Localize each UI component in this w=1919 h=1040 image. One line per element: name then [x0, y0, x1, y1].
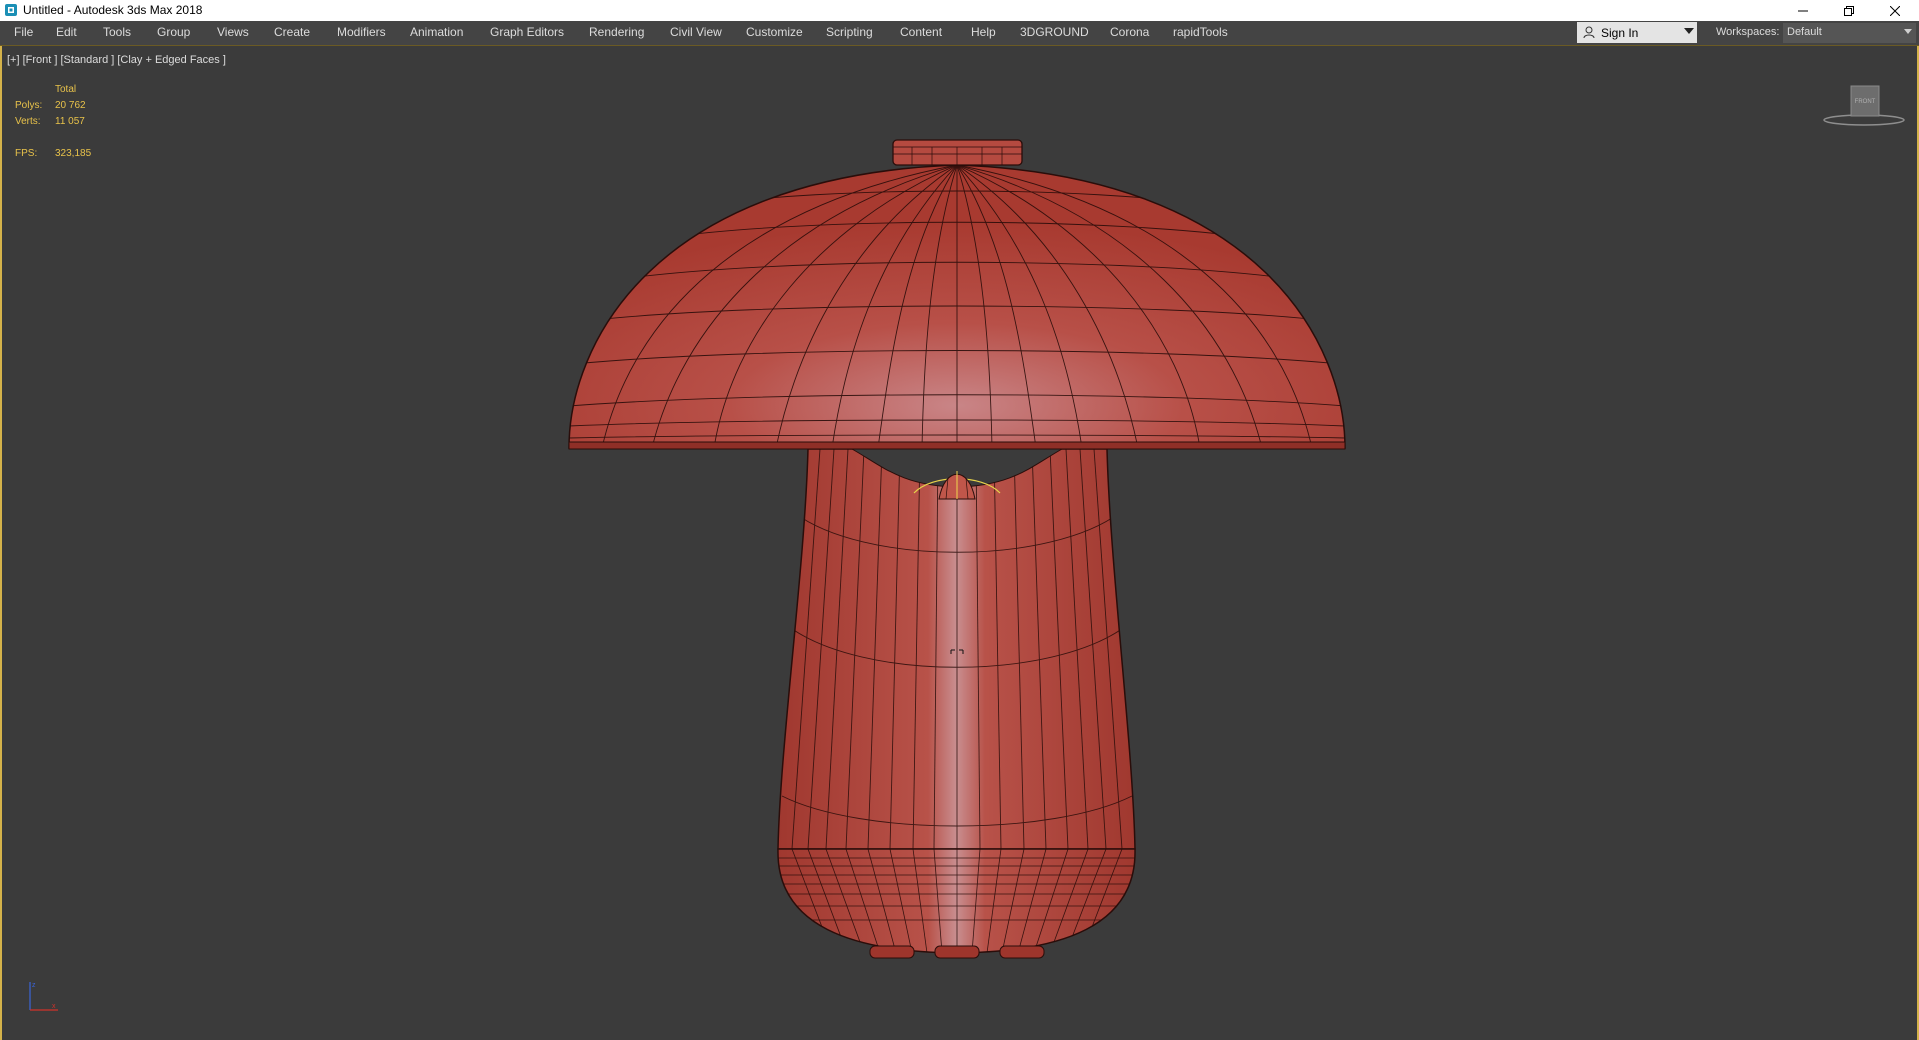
workspaces-value: Default [1787, 26, 1822, 38]
menu-content[interactable]: Content [900, 25, 942, 39]
menu-corona[interactable]: Corona [1110, 25, 1149, 39]
user-icon [1583, 26, 1595, 39]
menu-civil-view[interactable]: Civil View [670, 25, 722, 39]
menu-modifiers[interactable]: Modifiers [337, 25, 386, 39]
front-viewport[interactable]: [+] [Front ] [Standard ] [Clay + Edged F… [0, 46, 1919, 1040]
menu-file[interactable]: File [14, 25, 33, 39]
menu-3dground[interactable]: 3DGROUND [1020, 25, 1089, 39]
menu-group[interactable]: Group [157, 25, 190, 39]
chevron-down-icon [1904, 29, 1912, 34]
axis-tripod-icon: z x [29, 982, 58, 1011]
lamp-foot[interactable] [934, 945, 980, 959]
menu-rendering[interactable]: Rendering [589, 25, 644, 39]
lamp-base[interactable] [777, 848, 1136, 959]
close-button[interactable] [1872, 0, 1918, 21]
restore-button[interactable] [1826, 0, 1872, 21]
sign-in-label: Sign In [1601, 25, 1639, 40]
menu-edit[interactable]: Edit [56, 25, 77, 39]
menu-graph-editors[interactable]: Graph Editors [490, 25, 564, 39]
window-title: Untitled - Autodesk 3ds Max 2018 [23, 3, 203, 17]
restore-icon [1844, 5, 1854, 16]
menu-customize[interactable]: Customize [746, 25, 803, 39]
minimize-icon [1798, 10, 1808, 11]
lamp-foot[interactable] [999, 945, 1045, 959]
workspaces-label: Workspaces: [1716, 26, 1780, 38]
close-icon [1890, 5, 1900, 16]
menu-bar: File Edit Tools Group Views Create Modif… [0, 21, 1919, 46]
lamp-stem[interactable] [777, 448, 1136, 850]
menu-rapidtools[interactable]: rapidTools [1173, 25, 1228, 39]
title-bar: Untitled - Autodesk 3ds Max 2018 [0, 0, 1919, 21]
svg-text:z: z [32, 982, 36, 989]
mushroom-lamp-model[interactable] [2, 46, 1917, 1040]
menu-scripting[interactable]: Scripting [826, 25, 873, 39]
chevron-down-icon [1684, 28, 1694, 34]
menu-animation[interactable]: Animation [410, 25, 463, 39]
app-window: Untitled - Autodesk 3ds Max 2018 File Ed… [0, 0, 1919, 1040]
svg-text:x: x [52, 1003, 56, 1010]
lamp-cap[interactable] [568, 139, 1346, 450]
menu-help[interactable]: Help [971, 25, 996, 39]
menu-views[interactable]: Views [217, 25, 249, 39]
menu-tools[interactable]: Tools [103, 25, 131, 39]
sign-in-button[interactable]: Sign In [1577, 22, 1697, 43]
workspaces-dropdown[interactable]: Default [1783, 23, 1916, 43]
menu-create[interactable]: Create [274, 25, 310, 39]
3dsmax-icon [5, 4, 17, 16]
minimize-button[interactable] [1780, 0, 1826, 21]
lamp-foot[interactable] [869, 945, 915, 959]
